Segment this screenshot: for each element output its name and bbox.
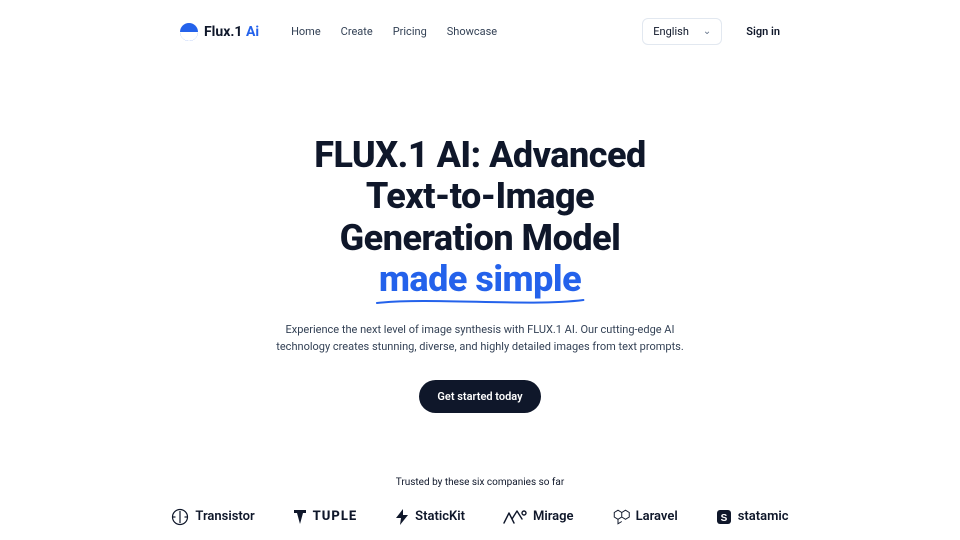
brand-laravel: Laravel	[612, 508, 678, 526]
brand-tuple: TUPLE	[293, 509, 358, 525]
statamic-icon: S	[716, 509, 732, 525]
brand-transistor: Transistor	[171, 508, 254, 526]
nav-pricing[interactable]: Pricing	[393, 25, 427, 38]
logo-text: Flux.1 Ai	[204, 24, 259, 40]
mirage-icon	[503, 509, 527, 525]
get-started-button[interactable]: Get started today	[419, 380, 540, 413]
chevron-down-icon: ⌄	[703, 26, 711, 37]
brand-mirage: Mirage	[503, 509, 574, 525]
laravel-icon	[612, 508, 630, 526]
svg-text:S: S	[720, 513, 727, 524]
logo-icon	[180, 23, 198, 41]
nav-home[interactable]: Home	[291, 25, 321, 38]
nav-showcase[interactable]: Showcase	[447, 25, 497, 38]
hero-accent: made simple	[379, 259, 581, 300]
statickit-icon	[395, 509, 409, 525]
transistor-icon	[171, 508, 189, 526]
logo[interactable]: Flux.1 Ai	[180, 23, 259, 41]
hero-title: FLUX.1 AI: Advanced Text-to-Image Genera…	[170, 135, 790, 301]
nav-create[interactable]: Create	[341, 25, 373, 38]
main-nav: Home Create Pricing Showcase	[291, 25, 497, 38]
language-value: English	[653, 25, 689, 38]
brand-statickit: StaticKit	[395, 509, 465, 525]
header: Flux.1 Ai Home Create Pricing Showcase E…	[0, 0, 960, 63]
hero-title-line1: FLUX.1 AI: Advanced	[314, 134, 646, 176]
trusted-section: Trusted by these six companies so far Tr…	[0, 477, 960, 526]
hero-title-line2: Text-to-Image	[366, 175, 594, 217]
hero-title-line3: Generation Model	[340, 217, 621, 259]
underline-icon	[375, 297, 585, 307]
language-select[interactable]: English ⌄	[642, 18, 722, 45]
brand-statamic: S statamic	[716, 509, 789, 525]
hero: FLUX.1 AI: Advanced Text-to-Image Genera…	[0, 63, 960, 413]
hero-description: Experience the next level of image synth…	[270, 321, 690, 356]
tuple-icon	[293, 509, 307, 525]
signin-link[interactable]: Sign in	[746, 25, 780, 38]
trusted-label: Trusted by these six companies so far	[0, 477, 960, 488]
brand-row: Transistor TUPLE StaticKit Mirage	[0, 508, 960, 526]
